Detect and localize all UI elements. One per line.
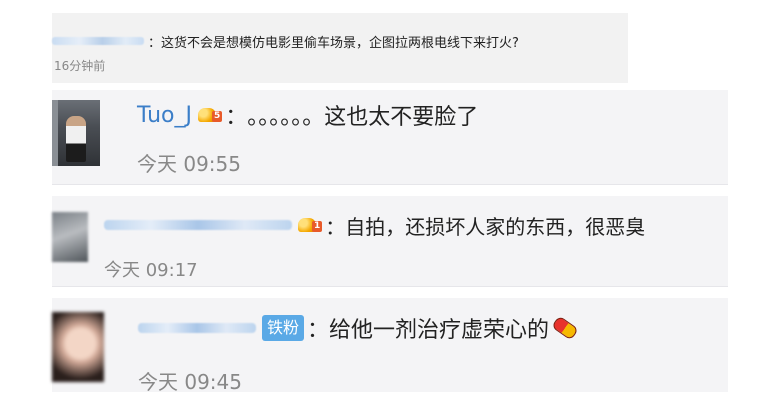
comment-header: Tuo_J 5 ： 。。。。。。这也太不要脸了	[137, 100, 479, 131]
blurred-username[interactable]	[52, 37, 144, 45]
vip-level: 1	[312, 221, 323, 232]
comment-header: 铁粉 ： 给他一剂治疗虚荣心的	[138, 313, 579, 343]
pill-emoji-icon	[551, 315, 579, 341]
quoted-reply-line: ： 这货不会是想模仿电影里偷车场景，企图拉两根电线下来打火?	[52, 31, 519, 51]
comment-colon: ：	[225, 105, 248, 130]
vip-level: 5	[212, 111, 223, 122]
vip-crown-icon[interactable]: 1	[298, 218, 323, 232]
comment-colon: ：	[325, 214, 346, 239]
blurred-username[interactable]	[138, 323, 256, 333]
comment-item: 铁粉 ： 给他一剂治疗虚荣心的 今天 09:45	[52, 298, 728, 394]
quoted-reply-time: 16分钟前	[54, 59, 106, 73]
avatar-person	[66, 116, 86, 162]
vip-crown-icon[interactable]: 5	[198, 108, 223, 122]
comment-text: 。。。。。。这也太不要脸了	[247, 105, 479, 130]
avatar[interactable]	[52, 100, 100, 166]
fan-badge[interactable]: 铁粉	[262, 315, 305, 341]
comment-header: 1 ： 自拍，还损坏人家的东西，很恶臭	[104, 212, 646, 239]
blurred-username[interactable]	[104, 220, 292, 230]
avatar[interactable]	[52, 312, 104, 382]
avatar[interactable]	[52, 212, 88, 262]
comment-colon: ：	[307, 318, 330, 343]
avatar-background	[52, 100, 58, 166]
username[interactable]: Tuo_J	[137, 103, 192, 128]
comment-time: 今天 09:17	[104, 260, 198, 281]
comment-text: 给他一剂治疗虚荣心的	[329, 318, 550, 343]
comment-feed: ： 这货不会是想模仿电影里偷车场景，企图拉两根电线下来打火? 16分钟前 Tuo…	[0, 0, 758, 410]
comment-text: 自拍，还损坏人家的东西，很恶臭	[345, 214, 646, 239]
comment-item: Tuo_J 5 ： 。。。。。。这也太不要脸了 今天 09:55	[52, 90, 728, 185]
comment-time: 今天 09:45	[138, 370, 242, 394]
comment-item: 1 ： 自拍，还损坏人家的东西，很恶臭 今天 09:17	[52, 196, 728, 287]
quoted-reply: ： 这货不会是想模仿电影里偷车场景，企图拉两根电线下来打火? 16分钟前	[52, 13, 628, 83]
quoted-reply-text: 这货不会是想模仿电影里偷车场景，企图拉两根电线下来打火?	[161, 35, 519, 51]
quoted-colon: ：	[148, 35, 162, 51]
comment-time: 今天 09:55	[137, 152, 241, 176]
